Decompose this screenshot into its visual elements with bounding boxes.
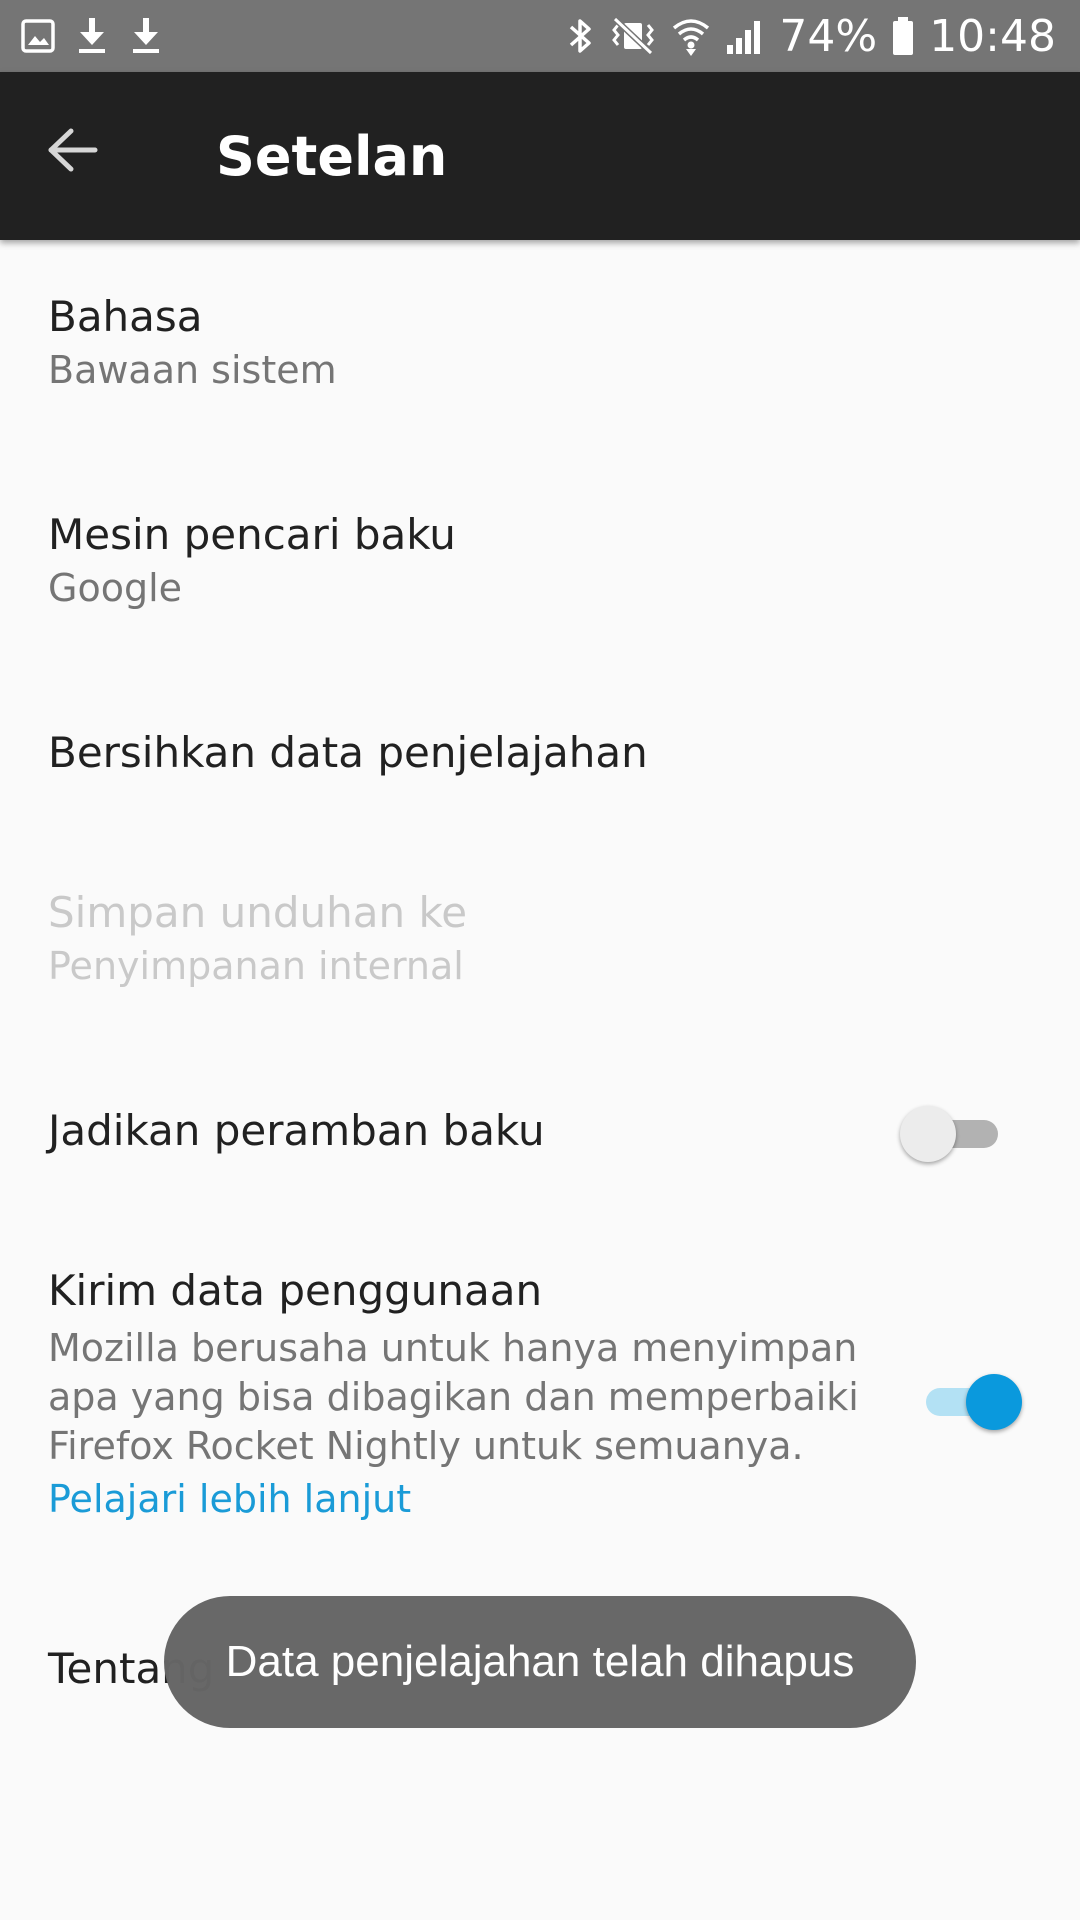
pref-telemetry-description: Mozilla berusaha untuk hanya menyimpan a… <box>48 1326 859 1469</box>
pref-language[interactable]: Bahasa Bawaan sistem <box>0 292 1080 442</box>
battery-percent: 74% <box>779 10 878 62</box>
wifi-icon <box>671 15 711 57</box>
pref-language-summary: Bawaan sistem <box>48 348 337 393</box>
telemetry-switch[interactable] <box>912 1372 1022 1432</box>
default-browser-switch[interactable] <box>900 1104 1010 1164</box>
image-icon <box>20 18 56 54</box>
pref-language-title: Bahasa <box>48 292 203 341</box>
pref-download-location: Simpan unduhan ke Penyimpanan internal <box>0 888 1080 1038</box>
back-button[interactable] <box>36 114 108 186</box>
pref-search-engine-title: Mesin pencari baku <box>48 510 456 559</box>
pref-download-location-title: Simpan unduhan ke <box>48 888 468 937</box>
status-bar: 74% 10:48 <box>0 0 1080 72</box>
clock: 10:48 <box>929 10 1056 62</box>
pref-download-location-summary: Penyimpanan internal <box>48 944 464 989</box>
pref-search-engine[interactable]: Mesin pencari baku Google <box>0 510 1080 660</box>
app-bar: Setelan <box>0 72 1080 240</box>
signal-icon <box>725 15 765 57</box>
pref-telemetry-title: Kirim data penggunaan <box>48 1266 543 1315</box>
pref-search-engine-summary: Google <box>48 566 183 611</box>
arrow-back-icon <box>46 127 98 173</box>
switch-thumb <box>900 1106 956 1162</box>
pref-clear-data[interactable]: Bersihkan data penjelajahan <box>0 728 1080 838</box>
status-notifications <box>20 0 164 72</box>
pref-clear-data-title: Bersihkan data penjelajahan <box>48 728 648 777</box>
download-icon <box>74 16 110 56</box>
switch-thumb <box>966 1374 1022 1430</box>
bluetooth-icon <box>567 15 595 57</box>
battery-icon <box>891 15 915 57</box>
toast-message: Data penjelajahan telah dihapus <box>164 1596 916 1728</box>
status-system: 74% 10:48 <box>567 0 1056 72</box>
learn-more-link[interactable]: Pelajari lebih lanjut <box>48 1475 1080 1524</box>
vibrate-icon <box>609 15 657 57</box>
page-title: Setelan <box>216 124 448 188</box>
download-icon <box>128 16 164 56</box>
